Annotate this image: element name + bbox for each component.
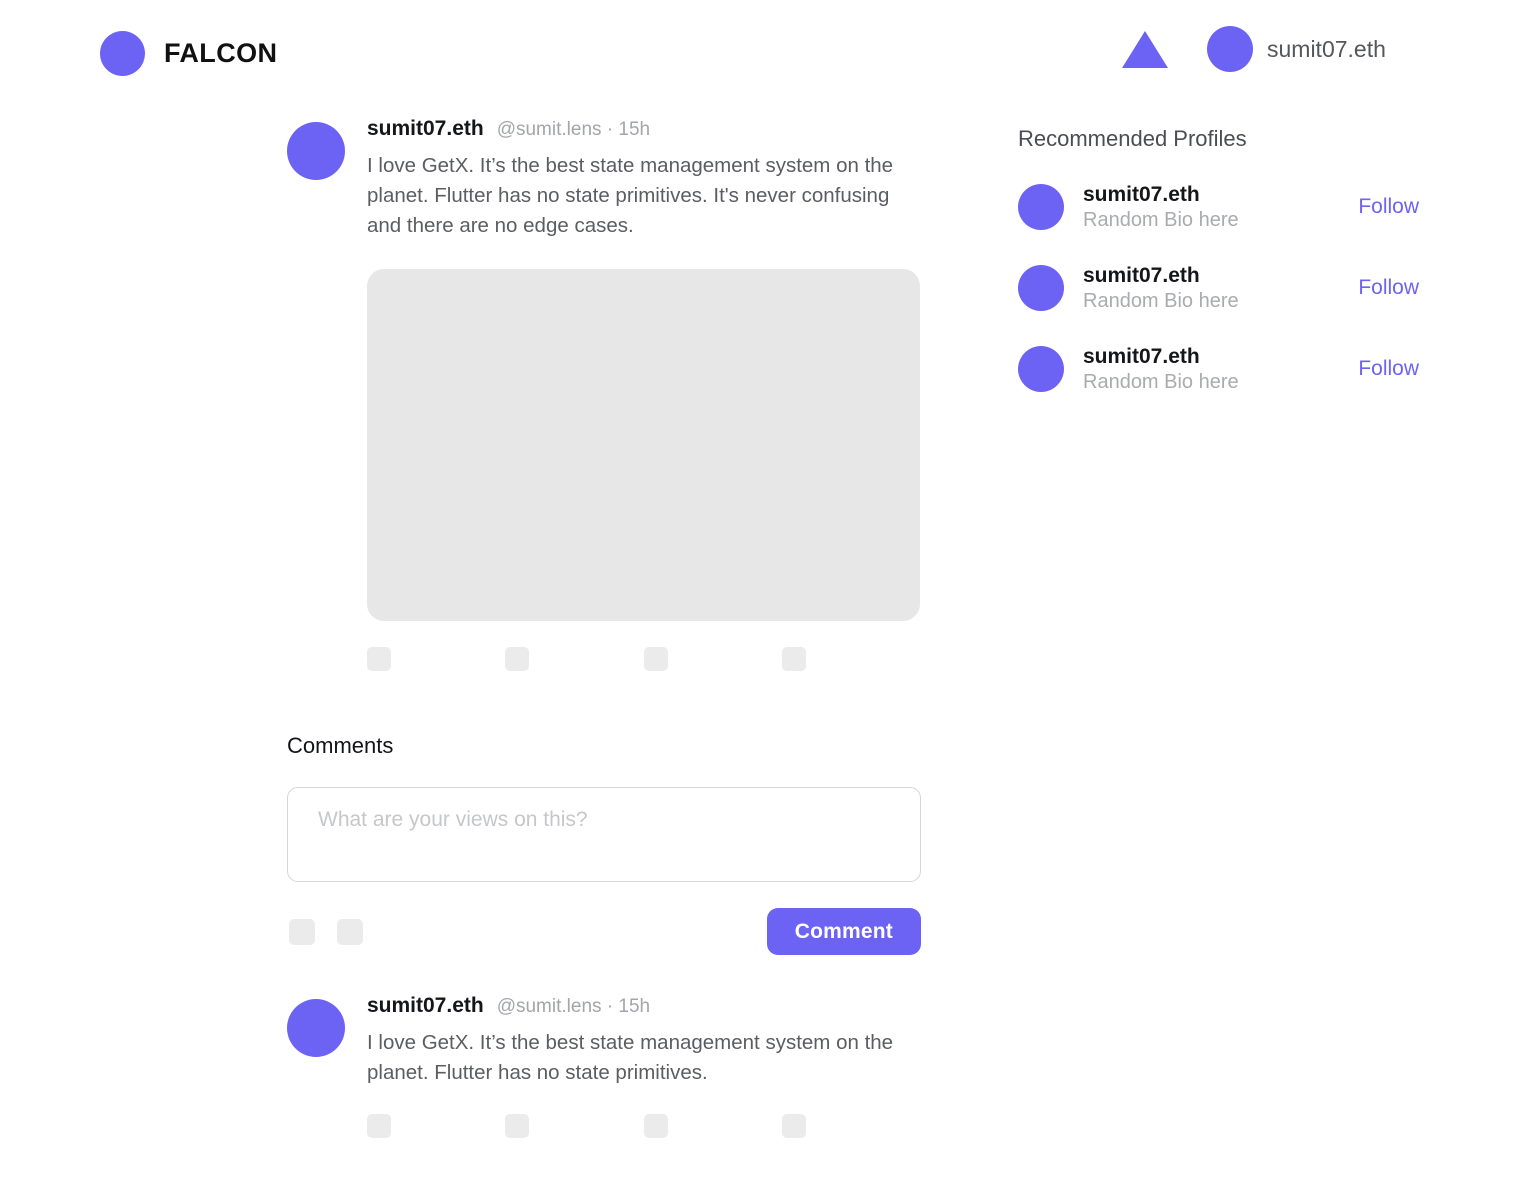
comment-toolbar: Comment	[287, 908, 921, 955]
comment-text: I love GetX. It’s the best state managem…	[367, 1031, 894, 1084]
post-container: sumit07.eth @sumit.lens · 15h I love Get…	[287, 118, 927, 671]
brand-name: FALCON	[164, 38, 278, 68]
profile-name[interactable]: sumit07.eth	[1083, 183, 1239, 206]
post-handle-time: @sumit.lens · 15h	[496, 119, 651, 140]
action-slot	[367, 1114, 505, 1138]
action-slot	[643, 647, 782, 671]
comment-icon-placeholder[interactable]	[505, 647, 530, 671]
comment-body: sumit07.eth @sumit.lens · 15h I love Get…	[367, 995, 927, 1138]
emoji-icon-placeholder[interactable]	[337, 918, 363, 945]
profile-info: sumit07.eth Random Bio here	[1083, 264, 1239, 312]
comment-meta: sumit07.eth @sumit.lens · 15h	[367, 995, 927, 1016]
profile-name[interactable]: sumit07.eth	[1083, 264, 1239, 287]
triangle-up-icon[interactable]	[1118, 26, 1172, 72]
collect-icon-placeholder[interactable]	[781, 1114, 806, 1138]
follow-button[interactable]: Follow	[1358, 357, 1438, 381]
collect-icon-placeholder[interactable]	[781, 647, 806, 671]
brand-logo-group[interactable]: FALCON	[100, 31, 277, 76]
mirror-icon-placeholder[interactable]	[643, 1114, 668, 1138]
action-slot	[505, 647, 643, 671]
comment-submit-button[interactable]: Comment	[766, 908, 921, 955]
profile-bio: Random Bio here	[1083, 209, 1239, 232]
action-slot	[781, 1114, 920, 1138]
comments-section: Comments Comment	[287, 733, 927, 955]
app-header: FALCON sumit07.eth	[0, 0, 1528, 106]
avatar[interactable]	[1018, 265, 1064, 311]
post-meta: sumit07.eth @sumit.lens · 15h	[367, 118, 927, 139]
comment-handle-time: @sumit.lens · 15h	[496, 996, 651, 1017]
avatar[interactable]	[1018, 184, 1064, 230]
header-user-menu[interactable]: sumit07.eth	[1207, 26, 1386, 72]
profile-info: sumit07.eth Random Bio here	[1083, 345, 1239, 393]
action-slot	[643, 1114, 782, 1138]
reply-container: sumit07.eth @sumit.lens · 15h I love Get…	[287, 995, 927, 1138]
comment-input[interactable]	[287, 787, 921, 882]
header-username: sumit07.eth	[1267, 35, 1386, 62]
follow-button[interactable]: Follow	[1358, 195, 1438, 219]
profile-info: sumit07.eth Random Bio here	[1083, 183, 1239, 231]
like-icon-placeholder[interactable]	[367, 647, 391, 671]
post-action-row	[367, 647, 920, 671]
list-item: sumit07.eth Random Bio here Follow	[1018, 259, 1438, 317]
avatar	[1207, 26, 1253, 72]
list-item: sumit07.eth Random Bio here Follow	[1018, 340, 1438, 398]
post-body: sumit07.eth @sumit.lens · 15h I love Get…	[367, 118, 927, 671]
comment-toolbar-icons	[289, 918, 363, 945]
comment-action-row	[367, 1114, 920, 1138]
post-author-name[interactable]: sumit07.eth	[367, 118, 484, 139]
follow-button[interactable]: Follow	[1358, 276, 1438, 300]
post: sumit07.eth @sumit.lens · 15h I love Get…	[287, 118, 927, 671]
header-right-group: sumit07.eth	[1118, 26, 1386, 72]
list-item: sumit07.eth Random Bio here Follow	[1018, 178, 1438, 236]
profile-bio: Random Bio here	[1083, 290, 1239, 313]
action-slot	[505, 1114, 643, 1138]
mirror-icon-placeholder[interactable]	[643, 647, 668, 671]
image-upload-icon-placeholder[interactable]	[289, 918, 315, 945]
avatar[interactable]	[1018, 346, 1064, 392]
avatar[interactable]	[287, 122, 345, 180]
recommended-profiles-sidebar: Recommended Profiles sumit07.eth Random …	[1018, 126, 1438, 421]
comments-heading: Comments	[287, 733, 394, 758]
action-slot	[367, 647, 505, 671]
sidebar-heading: Recommended Profiles	[1018, 126, 1247, 151]
falcon-logo-circle-icon	[100, 31, 145, 76]
post-image-placeholder[interactable]	[367, 269, 920, 621]
comment-item: sumit07.eth @sumit.lens · 15h I love Get…	[287, 995, 927, 1138]
profile-bio: Random Bio here	[1083, 371, 1239, 394]
action-slot	[781, 647, 920, 671]
comment-icon-placeholder[interactable]	[505, 1114, 530, 1138]
profile-name[interactable]: sumit07.eth	[1083, 345, 1239, 368]
like-icon-placeholder[interactable]	[367, 1114, 391, 1138]
comment-author-name[interactable]: sumit07.eth	[367, 995, 484, 1016]
avatar[interactable]	[287, 999, 345, 1057]
post-text: I love GetX. It’s the best state managem…	[367, 154, 894, 237]
